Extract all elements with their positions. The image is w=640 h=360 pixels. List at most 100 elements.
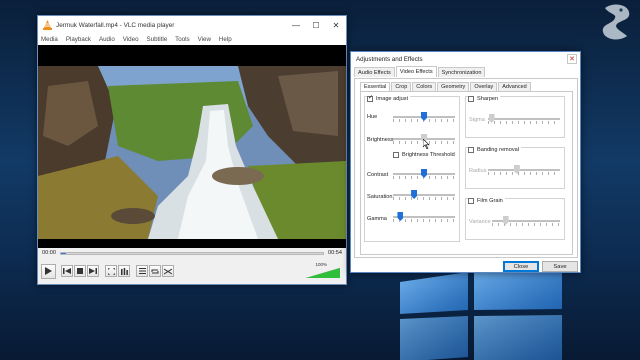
film-grain-label: Film Grain [477, 198, 503, 204]
menu-audio[interactable]: Audio [99, 36, 115, 43]
playlist-icon [138, 268, 146, 274]
video-effects-panel: Essential Crop Colors Geometry Overlay A… [354, 78, 578, 258]
shuffle-button[interactable] [162, 265, 174, 277]
image-adjust-group: Image adjust Hue Brightness Brigh [364, 94, 460, 242]
dragon-logo-icon [597, 2, 635, 42]
volume-control[interactable]: 100% [300, 262, 340, 279]
tab-synchronization[interactable]: Synchronization [437, 67, 486, 77]
contrast-slider[interactable] [393, 169, 455, 179]
film-grain-check-box[interactable] [468, 198, 474, 204]
mouse-cursor-icon [423, 139, 430, 149]
subtab-colors[interactable]: Colors [412, 82, 437, 91]
playback-controls: 100% [38, 258, 346, 284]
loop-icon [151, 269, 159, 273]
banding-removal-label: Banding removal [477, 147, 519, 153]
menu-subtitle[interactable]: Subtitle [147, 36, 168, 43]
adjustments-dialog: Adjustments and Effects ✕ Audio Effects … [350, 51, 581, 273]
variance-slider[interactable] [492, 216, 560, 226]
shuffle-icon [164, 268, 172, 274]
hue-slider[interactable] [393, 112, 455, 122]
radius-slider[interactable] [488, 165, 560, 175]
menu-playback[interactable]: Playback [66, 36, 91, 43]
contrast-label: Contrast [367, 172, 389, 178]
sharpen-group: Sharpen Sigma [465, 96, 565, 138]
loop-button[interactable] [149, 265, 161, 277]
sharpen-label: Sharpen [477, 96, 499, 102]
stop-button[interactable] [74, 265, 86, 277]
vlc-cone-icon [43, 20, 52, 30]
subtab-advanced[interactable]: Advanced [498, 82, 531, 91]
film-grain-checkbox[interactable]: Film Grain [468, 198, 505, 204]
dialog-title: Adjustments and Effects [356, 55, 423, 63]
next-icon [89, 268, 97, 274]
time-elapsed: 00:00 [42, 250, 56, 256]
minimize-button[interactable]: — [286, 16, 306, 34]
subtab-overlay[interactable]: Overlay [470, 82, 498, 91]
sharpen-check-box[interactable] [468, 96, 474, 102]
fullscreen-icon [107, 267, 115, 275]
close-button[interactable]: ✕ [326, 16, 346, 34]
saturation-slider[interactable] [393, 190, 455, 200]
image-adjust-checkbox[interactable]: Image adjust [367, 94, 411, 102]
next-button[interactable] [87, 265, 99, 277]
vlc-menubar: Media Playback Audio Video Subtitle Tool… [38, 34, 346, 45]
radius-label: Radius [469, 168, 487, 174]
sigma-label: Sigma [469, 117, 485, 123]
volume-label: 100% [315, 262, 327, 267]
image-adjust-label: Image adjust [376, 96, 409, 102]
gamma-label: Gamma [367, 216, 387, 222]
effects-tabs: Audio Effects Video Effects Synchronizat… [354, 66, 486, 77]
subtab-geometry[interactable]: Geometry [437, 82, 470, 91]
vlc-titlebar[interactable]: Jermuk Waterfall.mp4 - VLC media player … [38, 16, 346, 34]
menu-video[interactable]: Video [123, 36, 139, 43]
variance-label: Variance [469, 219, 491, 225]
sharpen-checkbox[interactable]: Sharpen [468, 96, 501, 102]
equalizer-icon [120, 267, 128, 275]
menu-tools[interactable]: Tools [175, 36, 189, 43]
play-icon [45, 267, 52, 275]
sigma-slider[interactable] [488, 114, 560, 124]
seek-bar[interactable] [60, 251, 324, 255]
essential-panel: Image adjust Hue Brightness Brigh [360, 91, 573, 255]
video-subtabs: Essential Crop Colors Geometry Overlay A… [360, 82, 532, 91]
tab-audio-effects[interactable]: Audio Effects [354, 67, 395, 77]
stop-icon [77, 268, 83, 274]
time-total: 00:54 [328, 250, 342, 256]
brightness-threshold-label: Brightness Threshold [402, 152, 455, 158]
windows-logo [390, 262, 570, 360]
menu-media[interactable]: Media [41, 36, 58, 43]
video-frame-waterfall [38, 66, 346, 239]
previous-button[interactable] [61, 265, 73, 277]
extended-settings-button[interactable] [118, 265, 130, 277]
save-button[interactable]: Save [542, 261, 578, 272]
brightness-threshold-checkbox[interactable]: Brightness Threshold [393, 152, 455, 158]
maximize-button[interactable]: ☐ [306, 16, 326, 34]
subtab-crop[interactable]: Crop [391, 82, 412, 91]
saturation-label: Saturation [367, 194, 393, 200]
seek-row: 00:00 00:54 [38, 248, 346, 258]
film-grain-group: Film Grain Variance [465, 198, 565, 240]
close-dialog-button[interactable]: Close [503, 261, 539, 272]
playlist-button[interactable] [136, 265, 148, 277]
previous-icon [63, 268, 71, 274]
tab-video-effects[interactable]: Video Effects [395, 66, 437, 77]
menu-help[interactable]: Help [219, 36, 232, 43]
gamma-slider[interactable] [393, 212, 455, 222]
fullscreen-button[interactable] [105, 265, 117, 277]
vlc-window-title: Jermuk Waterfall.mp4 - VLC media player [56, 21, 175, 29]
brightness-threshold-check-box[interactable] [393, 152, 399, 158]
brightness-label: Brightness [367, 137, 394, 143]
subtab-essential[interactable]: Essential [360, 82, 391, 91]
image-adjust-check-box[interactable] [367, 94, 373, 102]
play-button[interactable] [41, 263, 56, 279]
dialog-close-icon[interactable]: ✕ [567, 54, 577, 64]
menu-view[interactable]: View [198, 36, 211, 43]
hue-label: Hue [367, 114, 378, 120]
volume-slider[interactable] [306, 268, 340, 278]
vlc-window: Jermuk Waterfall.mp4 - VLC media player … [37, 15, 347, 285]
banding-removal-checkbox[interactable]: Banding removal [468, 147, 521, 153]
seek-progress [61, 252, 67, 254]
dialog-titlebar[interactable]: Adjustments and Effects ✕ [351, 52, 580, 66]
banding-removal-check-box[interactable] [468, 147, 474, 153]
video-area[interactable] [38, 45, 346, 273]
